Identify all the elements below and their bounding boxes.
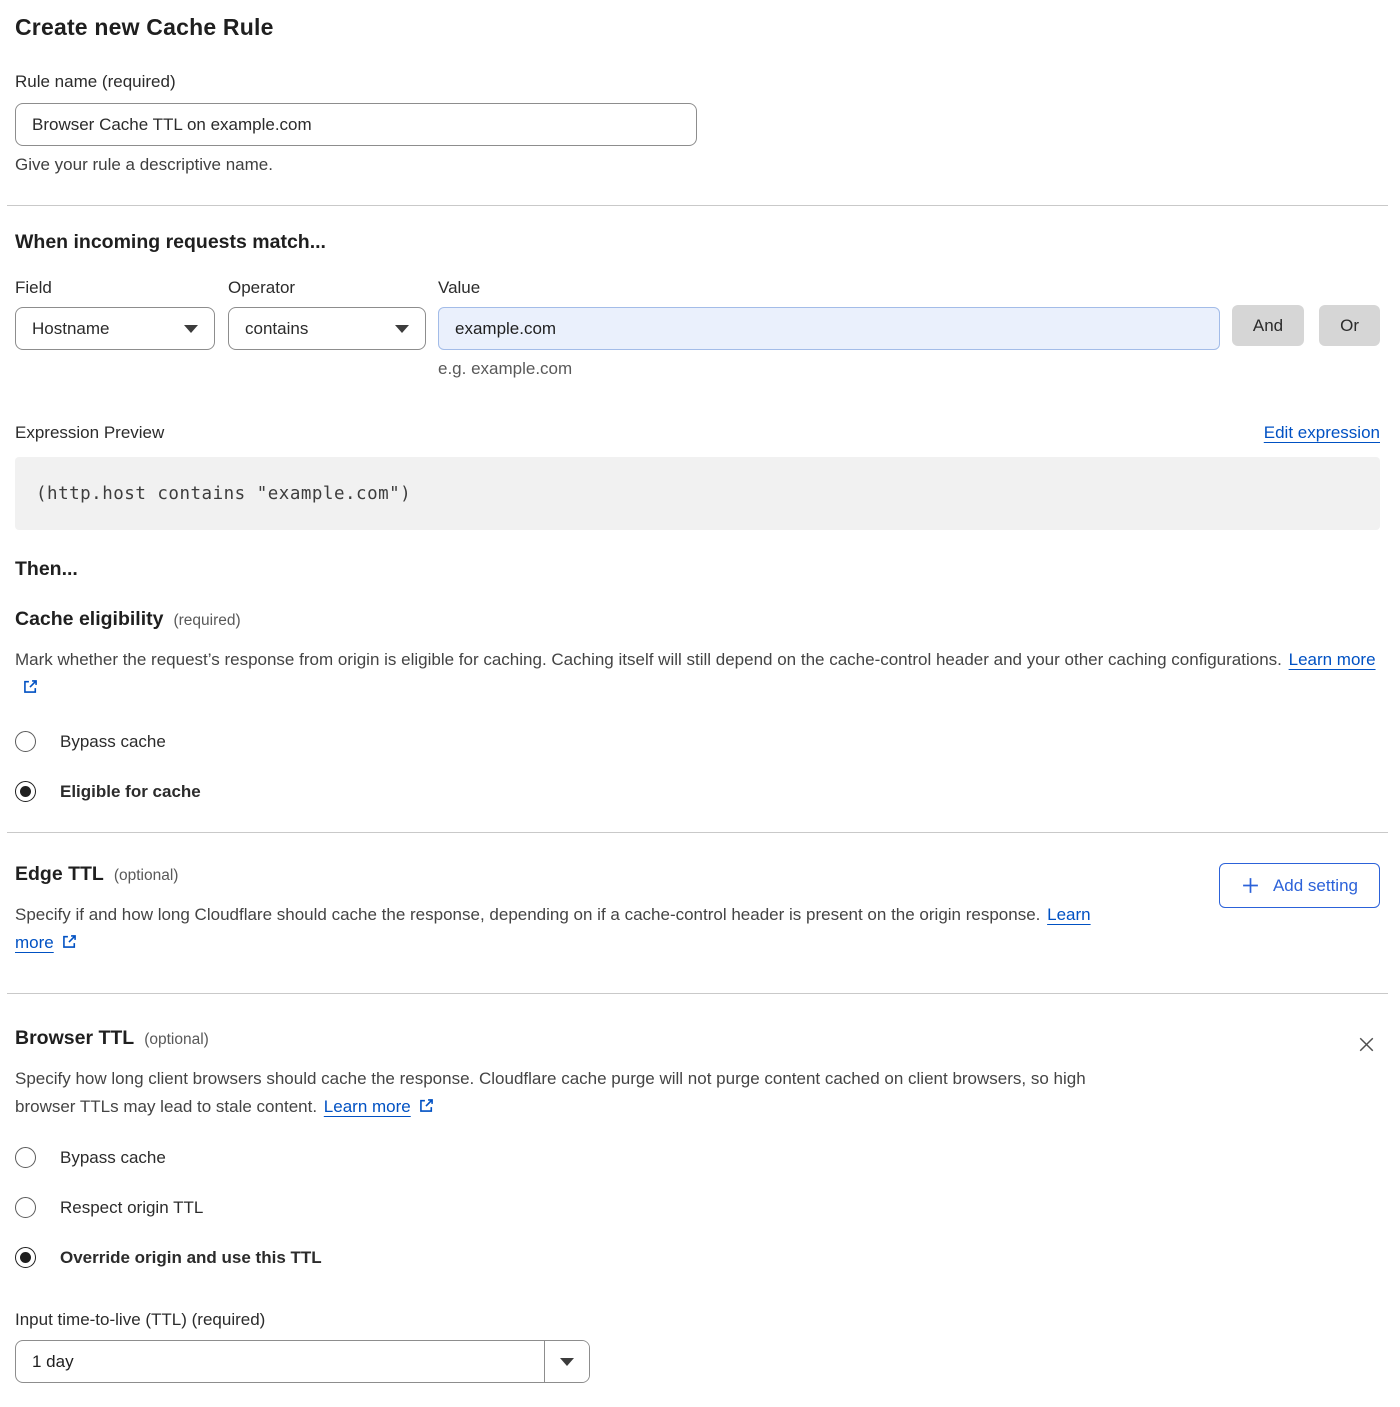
browser-ttl-description: Specify how long client browsers should …	[15, 1065, 1105, 1121]
field-select-value: Hostname	[32, 319, 109, 339]
browser-ttl-section: Browser TTL (optional) Specify how long …	[15, 1027, 1380, 1121]
value-label: Value	[438, 278, 1220, 298]
edge-ttl-description: Specify if and how long Cloudflare shoul…	[15, 901, 1115, 957]
operator-label: Operator	[228, 278, 426, 298]
ttl-input-label: Input time-to-live (TTL) (required)	[15, 1310, 1380, 1330]
ttl-select[interactable]: 1 day	[15, 1340, 590, 1383]
radio-label: Bypass cache	[60, 1148, 166, 1168]
radio-circle[interactable]	[15, 1147, 36, 1168]
browser-ttl-title: Browser TTL	[15, 1027, 134, 1050]
external-link-icon	[61, 933, 78, 950]
match-heading: When incoming requests match...	[15, 231, 1380, 254]
radio-bypass-cache[interactable]: Bypass cache	[15, 731, 1380, 752]
rule-name-helper: Give your rule a descriptive name.	[15, 155, 1380, 175]
page-title: Create new Cache Rule	[15, 14, 1380, 41]
plus-icon	[1241, 876, 1260, 895]
field-label: Field	[15, 278, 215, 298]
radio-label: Eligible for cache	[60, 782, 201, 802]
external-link-icon	[418, 1097, 435, 1114]
value-input[interactable]	[438, 307, 1220, 350]
caret-down-icon	[184, 325, 198, 333]
operator-select[interactable]: contains	[228, 307, 426, 350]
browser-ttl-description-text: Specify how long client browsers should …	[15, 1069, 1086, 1116]
radio-label: Bypass cache	[60, 732, 166, 752]
and-button[interactable]: And	[1232, 305, 1304, 346]
ttl-select-value: 1 day	[16, 1341, 544, 1382]
ttl-select-arrow[interactable]	[544, 1341, 589, 1382]
radio-circle[interactable]	[15, 731, 36, 752]
radio-eligible-for-cache[interactable]: Eligible for cache	[15, 781, 1380, 802]
operator-select-value: contains	[245, 319, 308, 339]
external-link-icon	[22, 678, 39, 695]
match-row: Field Hostname Operator contains Value e…	[15, 278, 1380, 379]
caret-down-icon	[560, 1358, 574, 1366]
radio-respect-origin-ttl[interactable]: Respect origin TTL	[15, 1197, 1380, 1218]
expression-code: (http.host contains "example.com")	[36, 484, 411, 504]
radio-label: Respect origin TTL	[60, 1198, 203, 1218]
edge-ttl-description-text: Specify if and how long Cloudflare shoul…	[15, 905, 1040, 924]
radio-circle[interactable]	[15, 1197, 36, 1218]
add-setting-label: Add setting	[1273, 876, 1358, 896]
radio-label: Override origin and use this TTL	[60, 1248, 322, 1268]
or-button[interactable]: Or	[1319, 305, 1380, 346]
create-cache-rule-form: Create new Cache Rule Rule name (require…	[0, 0, 1400, 1407]
radio-override-origin-ttl[interactable]: Override origin and use this TTL	[15, 1247, 1380, 1268]
divider	[7, 832, 1388, 833]
browser-ttl-qualifier: (optional)	[144, 1031, 209, 1049]
edit-expression-link[interactable]: Edit expression	[1264, 423, 1380, 443]
expression-preview-label: Expression Preview	[15, 423, 164, 443]
rule-name-label: Rule name (required)	[15, 72, 176, 91]
radio-circle-checked[interactable]	[15, 1247, 36, 1268]
divider	[7, 993, 1388, 994]
divider	[7, 205, 1388, 206]
browser-ttl-learn-more-link[interactable]: Learn more	[324, 1097, 411, 1116]
value-helper: e.g. example.com	[438, 359, 1220, 379]
radio-browser-bypass-cache[interactable]: Bypass cache	[15, 1147, 1380, 1168]
caret-down-icon	[395, 325, 409, 333]
edge-ttl-title: Edge TTL	[15, 863, 104, 886]
cache-eligibility-title: Cache eligibility	[15, 608, 163, 631]
edge-ttl-section: Edge TTL (optional) Specify if and how l…	[15, 863, 1380, 957]
cache-eligibility-qualifier: (required)	[173, 612, 240, 630]
expression-preview-box: (http.host contains "example.com")	[15, 457, 1380, 530]
radio-circle-checked[interactable]	[15, 781, 36, 802]
edge-ttl-qualifier: (optional)	[114, 867, 179, 885]
then-heading: Then...	[15, 558, 1380, 581]
cache-eligibility-description-text: Mark whether the request’s response from…	[15, 650, 1282, 669]
rule-name-input[interactable]	[15, 103, 697, 146]
cache-eligibility-description: Mark whether the request’s response from…	[15, 646, 1380, 702]
remove-browser-ttl-button[interactable]	[1353, 1031, 1380, 1061]
add-setting-button[interactable]: Add setting	[1219, 863, 1380, 908]
cache-eligibility-learn-more-link[interactable]: Learn more	[1289, 650, 1376, 669]
field-select[interactable]: Hostname	[15, 307, 215, 350]
close-icon	[1355, 1033, 1378, 1056]
